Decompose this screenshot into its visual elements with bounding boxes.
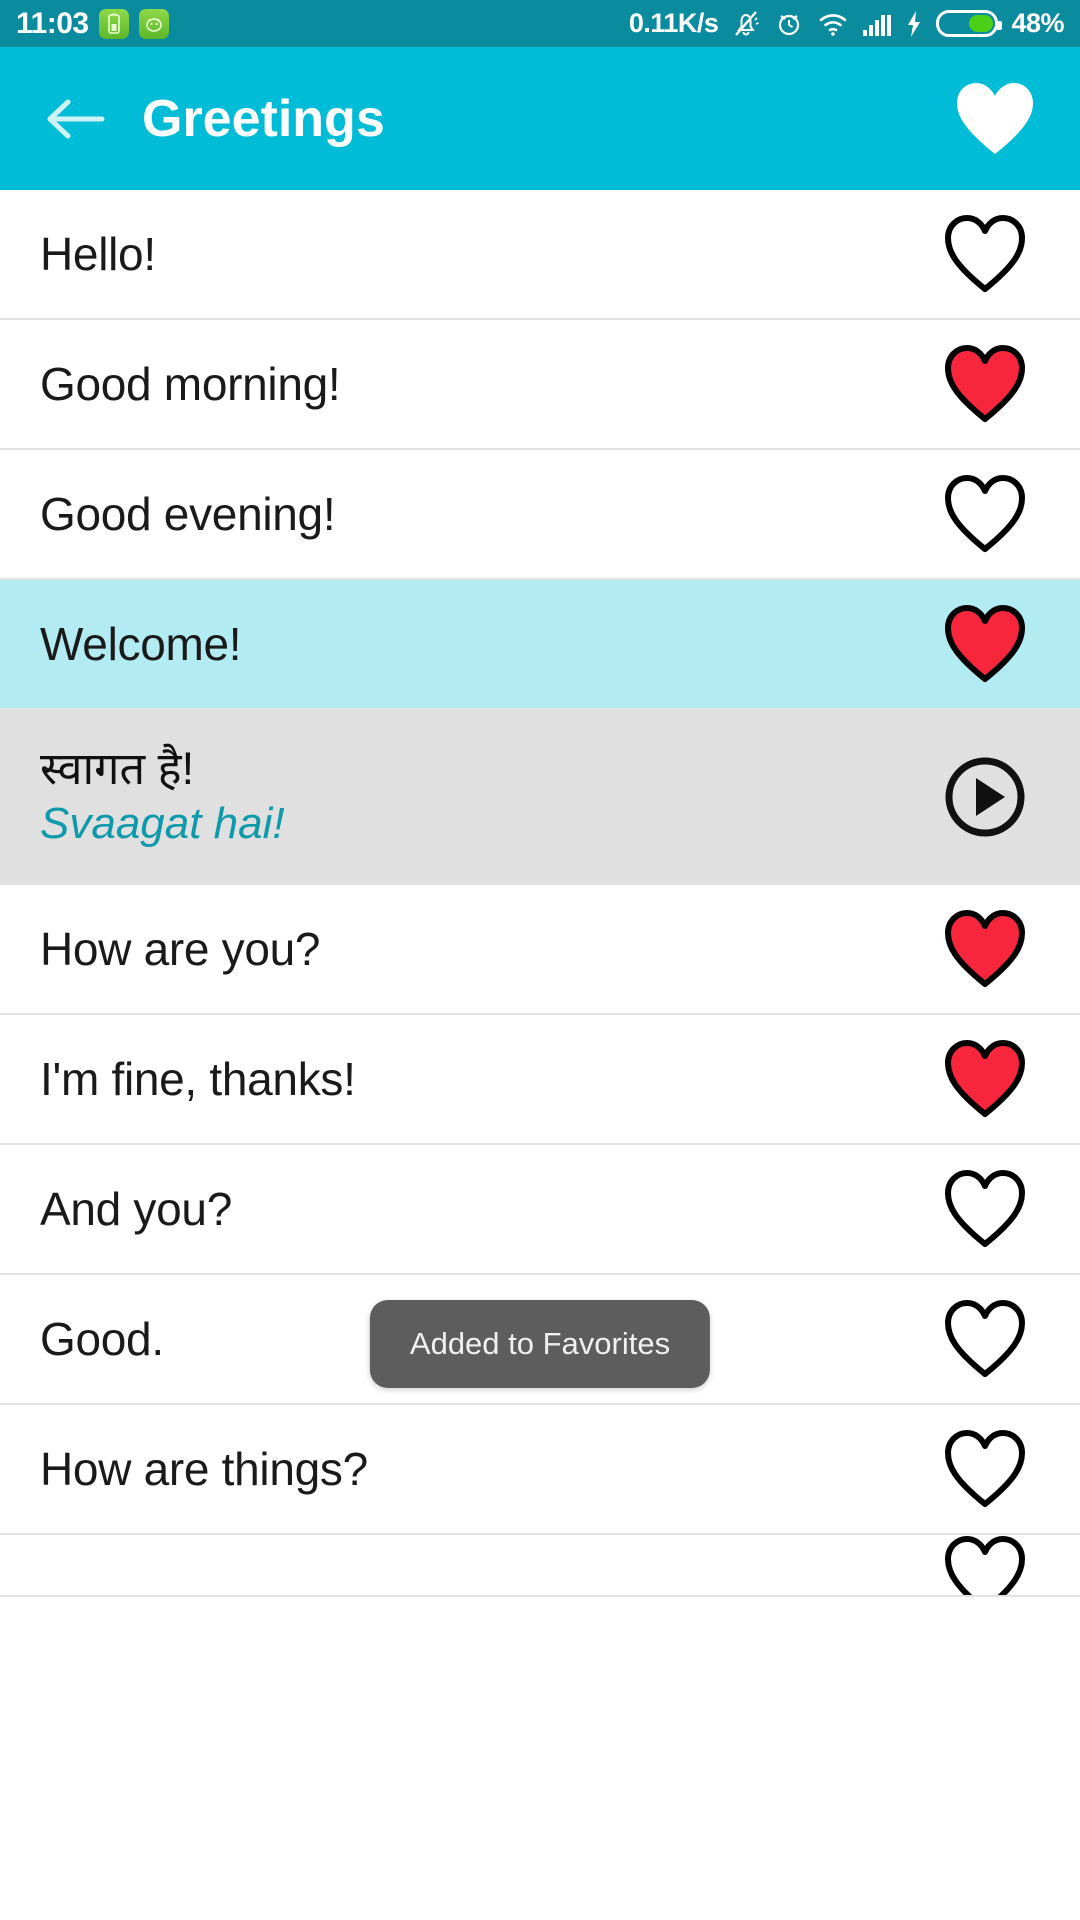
notifications-muted-icon bbox=[731, 8, 761, 40]
phrase-text: I'm fine, thanks! bbox=[40, 1052, 356, 1105]
heart-outline-icon bbox=[945, 1300, 1025, 1377]
heart-outline-icon bbox=[945, 1430, 1025, 1507]
status-bar-right: 0.11K/s 48% bbox=[628, 8, 1065, 40]
phrase-row[interactable]: How are things? bbox=[0, 1405, 1080, 1535]
phrase-row[interactable]: I'm fine, thanks! bbox=[0, 1015, 1080, 1145]
charging-bolt-icon bbox=[905, 9, 923, 39]
wifi-icon bbox=[817, 10, 849, 38]
app-bar: Greetings bbox=[0, 47, 1080, 190]
phrase-text: Good evening! bbox=[40, 487, 336, 540]
battery-icon bbox=[936, 10, 1003, 37]
alarm-icon bbox=[774, 8, 804, 40]
phrase-row[interactable]: Hello! bbox=[0, 190, 1080, 320]
phrase-text: Good morning! bbox=[40, 357, 341, 410]
play-audio-button[interactable] bbox=[930, 755, 1040, 839]
network-speed-label: 0.11K/s bbox=[628, 8, 719, 38]
favorite-toggle[interactable] bbox=[930, 909, 1040, 989]
favorites-button[interactable] bbox=[950, 74, 1040, 164]
heart-filled-icon bbox=[945, 605, 1025, 682]
favorite-toggle[interactable] bbox=[930, 474, 1040, 554]
translation-romanization-text: Svaagat hai! bbox=[40, 799, 285, 849]
favorite-toggle[interactable] bbox=[930, 1535, 1040, 1595]
heart-filled-icon bbox=[945, 1040, 1025, 1117]
android-app-icon bbox=[138, 8, 169, 39]
status-bar: 11:03 0.11K/s 48% bbox=[0, 0, 1080, 47]
battery-saver-icon bbox=[98, 8, 129, 39]
favorite-toggle[interactable] bbox=[930, 1299, 1040, 1379]
toast-message: Added to Favorites bbox=[369, 1300, 711, 1388]
battery-percent-label: 48% bbox=[1011, 8, 1064, 38]
translation-native-text: स्वागत है! bbox=[40, 743, 195, 795]
phrase-text: And you? bbox=[40, 1182, 232, 1235]
status-time: 11:03 bbox=[16, 6, 89, 40]
phrase-row[interactable]: Good evening! bbox=[0, 450, 1080, 580]
heart-filled-icon bbox=[957, 82, 1033, 154]
heart-outline-icon bbox=[945, 1536, 1025, 1595]
heart-filled-icon bbox=[945, 345, 1025, 422]
phrase-row-partial[interactable] bbox=[0, 1535, 1080, 1597]
favorite-toggle[interactable] bbox=[930, 1169, 1040, 1249]
phrase-text: How are things? bbox=[40, 1442, 368, 1495]
battery-fill bbox=[968, 15, 994, 32]
status-bar-left: 11:03 bbox=[16, 6, 169, 40]
signal-icon bbox=[862, 10, 892, 38]
heart-filled-icon bbox=[945, 910, 1025, 987]
phrase-text: How are you? bbox=[40, 922, 321, 975]
favorite-toggle[interactable] bbox=[930, 604, 1040, 684]
play-icon bbox=[945, 757, 1025, 836]
phrase-row-selected[interactable]: Welcome! bbox=[0, 580, 1080, 710]
page-title: Greetings bbox=[142, 89, 385, 148]
back-arrow-icon bbox=[47, 99, 105, 138]
phrase-row[interactable]: And you? bbox=[0, 1145, 1080, 1275]
translation-row[interactable]: स्वागत है! Svaagat hai! bbox=[0, 710, 1080, 885]
phrase-text: Hello! bbox=[40, 227, 156, 280]
favorite-toggle[interactable] bbox=[930, 1429, 1040, 1509]
back-button[interactable] bbox=[40, 84, 110, 154]
phrase-row[interactable]: Good morning! bbox=[0, 320, 1080, 450]
translation-text-block: स्वागत है! Svaagat hai! bbox=[40, 743, 930, 849]
heart-outline-icon bbox=[945, 1170, 1025, 1247]
favorite-toggle[interactable] bbox=[930, 1039, 1040, 1119]
phrase-row[interactable]: How are you? bbox=[0, 885, 1080, 1015]
favorite-toggle[interactable] bbox=[930, 344, 1040, 424]
app-screen: 11:03 0.11K/s 48% Greetings Hello! Good … bbox=[0, 0, 1080, 1920]
heart-outline-icon bbox=[945, 215, 1025, 292]
favorite-toggle[interactable] bbox=[930, 214, 1040, 294]
phrase-text: Welcome! bbox=[40, 617, 242, 670]
heart-outline-icon bbox=[945, 475, 1025, 552]
